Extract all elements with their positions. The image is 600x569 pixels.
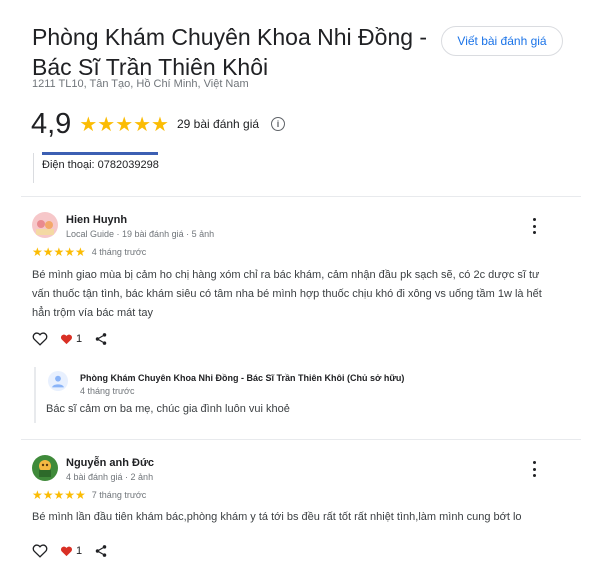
review-date: 4 tháng trước — [91, 247, 147, 257]
info-icon[interactable]: i — [271, 117, 286, 131]
share-button[interactable] — [94, 544, 108, 558]
like-button[interactable] — [32, 543, 48, 558]
reviewer-meta: Local Guide · 19 bài đánh giá · 5 ảnh — [66, 229, 215, 239]
reviewer-name[interactable]: Nguyễn anh Đức — [66, 457, 154, 469]
heart-outline-icon — [32, 332, 48, 346]
write-review-button[interactable]: Viết bài đánh giá — [441, 26, 563, 56]
review-count-link[interactable]: 29 bài đánh giá — [177, 117, 259, 131]
rating-summary: 4,9 ★★★★★ 29 bài đánh giá i — [31, 106, 286, 142]
like-count: 1 — [76, 332, 83, 345]
review-rating: ★★★★★ 7 tháng trước — [32, 488, 146, 502]
avatar[interactable] — [32, 455, 58, 481]
place-title: Phòng Khám Chuyên Khoa Nhi Đồng - Bác Sĩ… — [32, 24, 428, 80]
heart-filled-icon — [61, 546, 72, 556]
reply-text: Bác sĩ cảm ơn ba mẹ, chúc gia đình luôn … — [46, 403, 290, 415]
section-divider — [21, 439, 581, 440]
place-address: 1211 TL10, Tân Tạo, Hồ Chí Minh, Việt Na… — [32, 78, 249, 90]
review-text: Bé mình giao mùa bị cảm ho chị hàng xóm … — [32, 269, 542, 319]
heart-outline-icon — [32, 544, 48, 558]
more-options-icon[interactable] — [532, 461, 536, 477]
phone-divider — [33, 153, 34, 183]
share-icon — [95, 544, 107, 557]
owner-reply: Phòng Khám Chuyên Khoa Nhi Đồng - Bác Sĩ… — [34, 367, 546, 423]
avatar[interactable] — [32, 212, 58, 238]
like-count: 1 — [76, 544, 83, 557]
more-options-icon[interactable] — [532, 218, 536, 234]
review-date: 7 tháng trước — [91, 490, 147, 500]
reviewer-name[interactable]: Hien Huynh — [66, 214, 127, 226]
share-icon — [95, 332, 107, 345]
heart-filled-icon — [61, 334, 72, 344]
review-actions: 1 — [32, 543, 120, 558]
section-divider — [21, 196, 581, 197]
phone-number[interactable]: Điện thoại: 0782039298 — [42, 159, 159, 171]
like-button[interactable] — [32, 331, 48, 346]
person-icon — [52, 375, 64, 388]
review-text: Bé mình lần đầu tiên khám bác,phòng khám… — [32, 511, 522, 523]
phone-accent-bar — [42, 152, 158, 155]
reply-date: 4 tháng trước — [80, 386, 135, 396]
share-button[interactable] — [94, 332, 108, 346]
likes-counter[interactable]: 1 — [60, 545, 82, 557]
rating-value: 4,9 — [31, 107, 72, 140]
review-actions: 1 — [32, 331, 120, 346]
reviewer-meta: 4 bài đánh giá · 2 ảnh — [66, 472, 154, 482]
review-item: Nguyễn anh Đức 4 bài đánh giá · 2 ảnh ★★… — [32, 455, 552, 565]
phone-section: Điện thoại: 0782039298 — [42, 152, 159, 171]
review-stars: ★★★★★ — [32, 488, 86, 502]
rating-stars: ★★★★★ — [79, 113, 169, 136]
owner-name: Phòng Khám Chuyên Khoa Nhi Đồng - Bác Sĩ… — [80, 373, 405, 383]
review-stars: ★★★★★ — [32, 245, 86, 259]
likes-counter[interactable]: 1 — [60, 333, 82, 345]
review-item: Hien Huynh Local Guide · 19 bài đánh giá… — [32, 212, 552, 362]
owner-avatar[interactable] — [48, 371, 68, 391]
review-rating: ★★★★★ 4 tháng trước — [32, 245, 146, 259]
